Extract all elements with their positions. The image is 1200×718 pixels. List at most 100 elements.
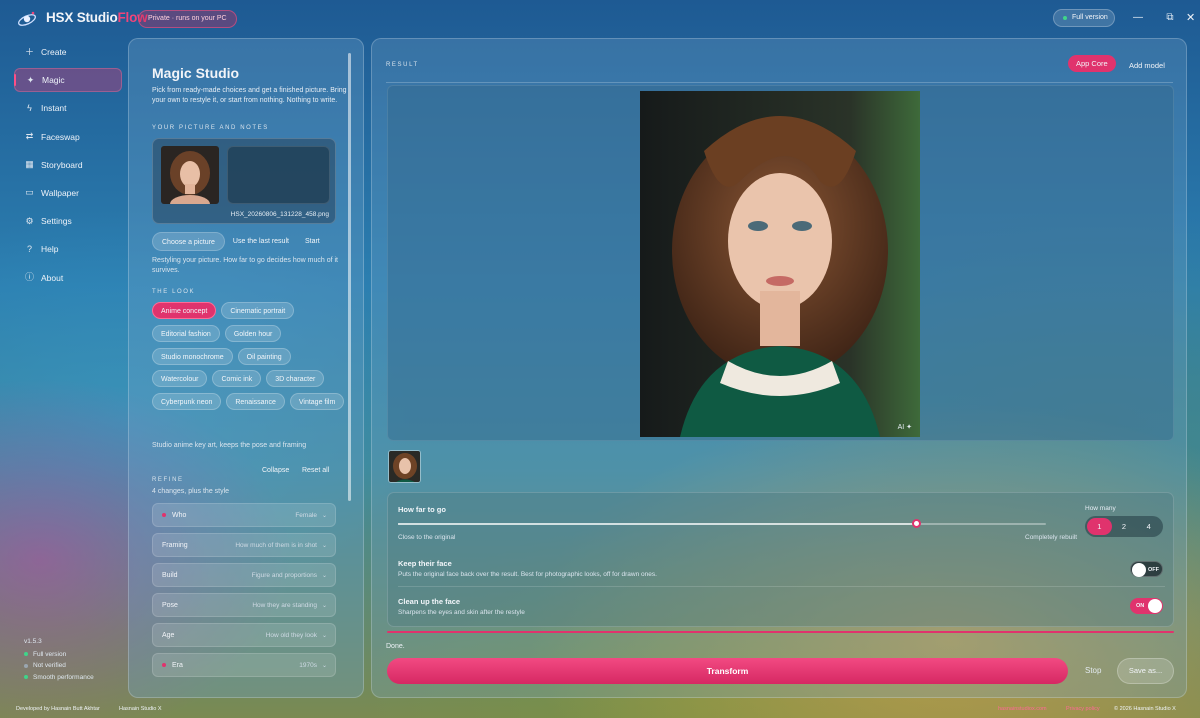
slider-fill	[398, 523, 917, 525]
look-chip-cyberpunk-neon[interactable]: Cyberpunk neon	[152, 393, 222, 411]
reset-all-button[interactable]: Reset all	[302, 467, 329, 474]
notes-area[interactable]	[227, 146, 330, 204]
refine-row-age[interactable]: Age How old they look ⌄	[152, 623, 336, 647]
divider	[386, 82, 1173, 83]
look-chip-cinematic-portrait[interactable]: Cinematic portrait	[221, 302, 295, 319]
status-line: Smooth performance	[24, 672, 94, 684]
result-canvas: AI ✦	[387, 85, 1174, 441]
look-chip-3d-character[interactable]: 3D character	[266, 370, 325, 388]
refine-row-era[interactable]: Era 1970s ⌄	[152, 653, 336, 677]
maximize-button[interactable]: ⧉	[1154, 8, 1186, 28]
sidebar-item-create[interactable]: ＋ Create	[14, 40, 122, 64]
look-chip-oil-painting[interactable]: Oil painting	[237, 347, 291, 365]
toggle-knob	[1132, 563, 1146, 577]
sidebar-item-magic[interactable]: ✦ Magic	[14, 68, 122, 93]
use-last-result-button[interactable]: Use the last result	[225, 232, 297, 251]
close-button[interactable]: ✕	[1186, 8, 1195, 28]
minimize-button[interactable]: —	[1122, 8, 1154, 28]
grid-icon: ▦	[25, 159, 34, 170]
plus-icon: ＋	[24, 46, 34, 57]
status-dot-icon	[24, 663, 28, 668]
sidebar: ＋ Create ✦ Magic ϟ Instant ⇄ Faceswap ▦ …	[14, 40, 122, 294]
status-dot-icon	[24, 675, 28, 680]
look-chip-studio-monochrome[interactable]: Studio monochrome	[152, 347, 233, 365]
private-badge: Private · runs on your PC	[138, 10, 237, 28]
changed-dot-icon	[162, 663, 166, 667]
status-dot-icon	[1063, 16, 1067, 20]
slider-handle[interactable]	[911, 519, 921, 528]
refine-row-who[interactable]: Who Female ⌄	[152, 503, 336, 527]
choose-picture-button[interactable]: Choose a picture	[152, 232, 225, 251]
sidebar-footer: v1.5.3 Full version Not verified Smooth …	[24, 636, 94, 683]
look-chip-anime-concept[interactable]: Anime concept	[152, 302, 217, 319]
sidebar-item-help[interactable]: ? Help	[14, 237, 122, 261]
look-chip-golden-hour[interactable]: Golden hour	[224, 324, 282, 342]
studio-name: Hasnain Studio X	[119, 706, 162, 712]
bolt-icon: ϟ	[27, 102, 32, 113]
refine-row-pose[interactable]: Pose How they are standing ⌄	[152, 593, 336, 617]
sidebar-item-settings[interactable]: ⚙ Settings	[14, 209, 122, 233]
look-chip-vintage-film[interactable]: Vintage film	[289, 393, 345, 411]
refine-row-label: Era	[172, 661, 183, 669]
refine-row-label: Build	[162, 571, 178, 579]
refine-row-value: Female	[295, 511, 317, 519]
result-image[interactable]: AI ✦	[640, 91, 920, 437]
keep-face-toggle[interactable]: OFF	[1130, 561, 1163, 577]
picture-box: HSX_20260806_131228_458.png	[152, 138, 336, 224]
add-model-button[interactable]: Add model	[1129, 61, 1165, 70]
how-many-option-2[interactable]: 2	[1112, 518, 1137, 535]
version-pill[interactable]: Full version	[1053, 9, 1115, 27]
history-thumb-image	[389, 451, 420, 482]
refine-summary: 4 changes, plus the style	[152, 488, 230, 495]
app-core-button[interactable]: App Core	[1068, 55, 1116, 72]
how-many-option-1[interactable]: 1	[1087, 518, 1112, 535]
collapse-button[interactable]: Collapse	[262, 467, 289, 474]
look-chip-comic-ink[interactable]: Comic ink	[212, 370, 262, 388]
refine-row-label: Age	[162, 631, 175, 639]
look-chip-renaissance[interactable]: Renaissance	[226, 393, 285, 411]
look-chip-editorial-fashion[interactable]: Editorial fashion	[152, 324, 220, 342]
refine-row-framing[interactable]: Framing How much of them is in shot ⌄	[152, 533, 336, 557]
status-line: Not verified	[24, 660, 94, 672]
app-footer: Developed by Hasnain Butt Akhtar Hasnain…	[0, 704, 1200, 718]
refine-row-label: Pose	[162, 601, 178, 609]
refine-row-value: How much of them is in shot	[235, 541, 317, 549]
save-as-button[interactable]: Save as...	[1117, 658, 1174, 684]
clean-face-label: Clean up the face	[398, 597, 461, 606]
portrait-thumb-image	[161, 146, 219, 204]
status-dot-icon	[24, 652, 28, 657]
info-icon: ⓘ	[24, 272, 34, 282]
website-link[interactable]: hasnainstudiox.com	[998, 706, 1047, 712]
version-pill-label: Full version	[1072, 14, 1108, 21]
stop-button[interactable]: Stop	[1085, 666, 1101, 675]
how-many-option-4[interactable]: 4	[1136, 518, 1161, 535]
look-chips: Anime concept Cinematic portrait Editori…	[152, 302, 352, 416]
privacy-link[interactable]: Privacy policy	[1066, 706, 1100, 712]
clean-face-toggle[interactable]: ON	[1130, 598, 1163, 614]
sidebar-item-wallpaper[interactable]: ▭ Wallpaper	[14, 181, 122, 205]
how-far-label: How far to go	[398, 505, 446, 514]
window-controls: — ⧉	[1122, 8, 1186, 28]
copyright: © 2026 Hasnain Studio X	[1114, 706, 1176, 712]
history-thumbnail[interactable]	[388, 450, 421, 483]
panel-scrollbar[interactable]	[348, 53, 351, 501]
source-picture-thumbnail[interactable]	[161, 146, 219, 204]
how-many-label: How many	[1085, 505, 1116, 512]
picture-actions: Choose a picture Use the last result Sta…	[152, 232, 328, 251]
keep-face-label: Keep their face	[398, 559, 452, 568]
transform-button[interactable]: Transform	[387, 658, 1068, 684]
sidebar-item-faceswap[interactable]: ⇄ Faceswap	[14, 125, 122, 149]
section-heading-result: RESULT	[386, 62, 419, 68]
look-chip-watercolour[interactable]: Watercolour	[152, 370, 208, 388]
sidebar-item-label: About	[41, 272, 64, 283]
brand-main: HSX Studio	[46, 10, 118, 25]
result-panel: RESULT App Core Add model AI ✦ How far t…	[371, 38, 1187, 698]
sidebar-item-label: Faceswap	[41, 131, 80, 142]
sidebar-item-instant[interactable]: ϟ Instant	[14, 96, 122, 120]
sidebar-item-storyboard[interactable]: ▦ Storyboard	[14, 153, 122, 177]
start-button[interactable]: Start	[297, 232, 328, 251]
how-far-slider[interactable]	[398, 523, 1046, 525]
sidebar-item-about[interactable]: ⓘ About	[14, 266, 122, 290]
refine-row-build[interactable]: Build Figure and proportions ⌄	[152, 563, 336, 587]
gear-icon: ⚙	[25, 215, 34, 226]
